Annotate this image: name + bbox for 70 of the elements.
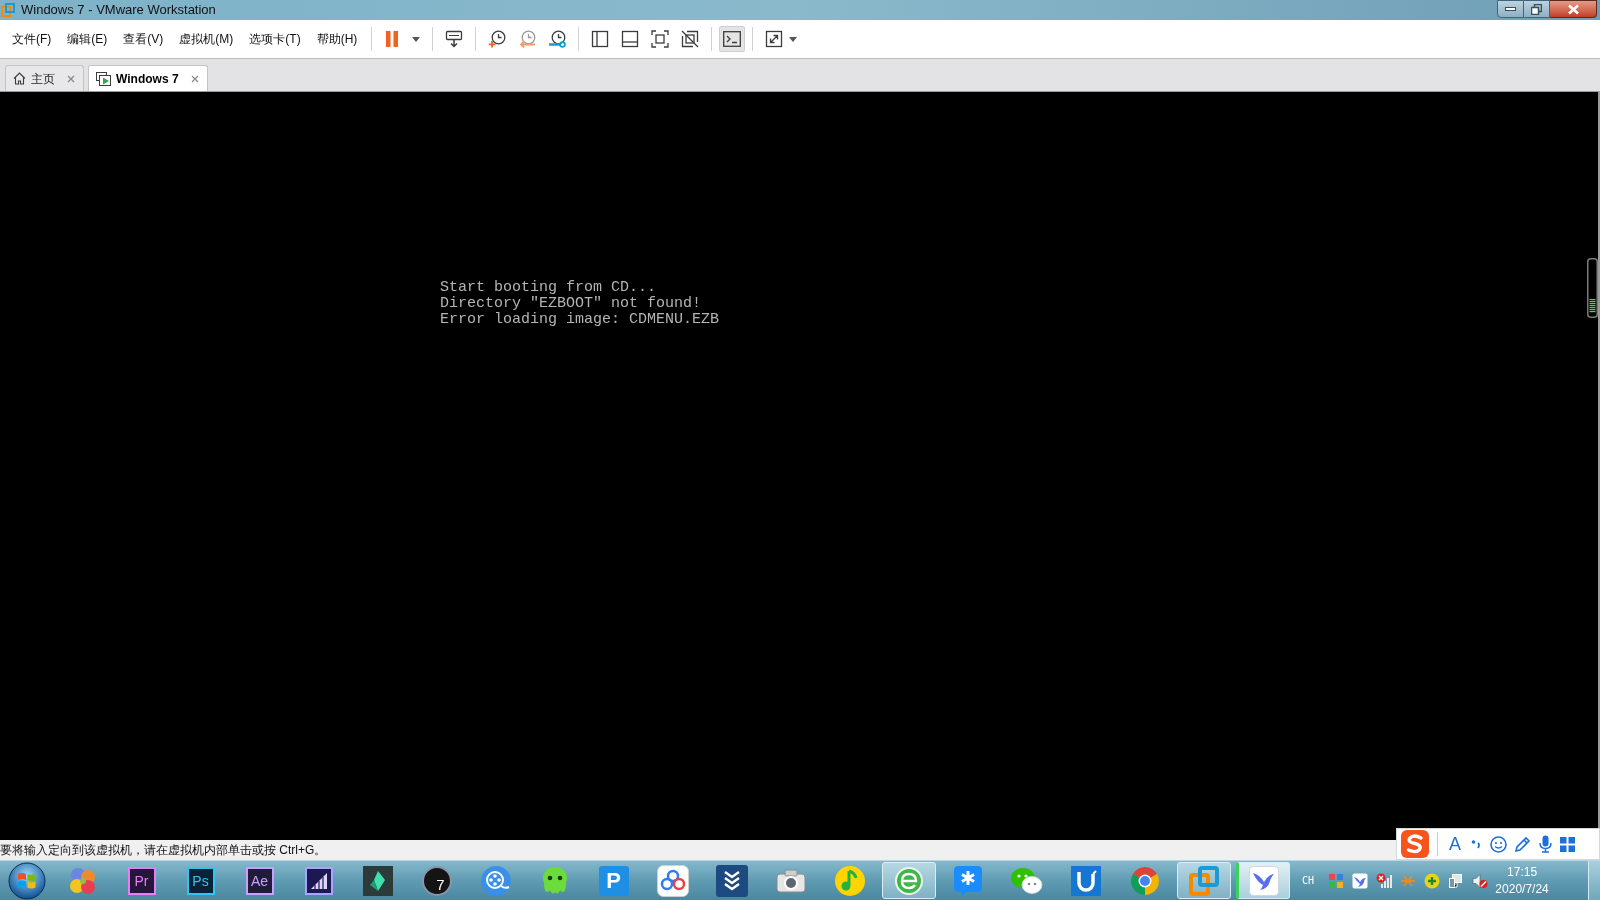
staircase-tile-icon[interactable] <box>304 866 333 895</box>
music-note-icon[interactable] <box>833 864 866 897</box>
pause-icon[interactable] <box>384 30 401 48</box>
bird-icon <box>1248 865 1279 896</box>
u-shape-tile-icon[interactable] <box>1070 865 1101 896</box>
app-tile[interactable]: Ae <box>245 866 274 895</box>
clock-wrench-icon[interactable] <box>548 30 567 48</box>
grid-icon[interactable] <box>1560 836 1575 852</box>
diamond-tile-icon[interactable] <box>362 865 393 896</box>
two-screens-icon[interactable] <box>1448 872 1465 889</box>
minimize-button[interactable] <box>1497 0 1524 18</box>
signal-error-icon[interactable] <box>1376 872 1393 889</box>
console-line: Error loading image: CDMENU.EZB <box>440 312 720 328</box>
taskbar-button[interactable] <box>1235 862 1290 899</box>
tricolor-circle-icon[interactable] <box>1129 865 1160 896</box>
bird-icon[interactable] <box>1352 872 1369 889</box>
menu-item[interactable]: 帮助(H) <box>308 30 366 48</box>
tab[interactable]: 主页 <box>5 65 84 91</box>
balls-icon[interactable] <box>67 865 98 896</box>
start-orb-icon[interactable] <box>7 861 46 900</box>
window-title: Windows 7 - VMware Workstation <box>21 1 216 19</box>
menu-item[interactable]: 文件(F) <box>4 30 60 48</box>
menu-item[interactable]: 选项卡(T) <box>241 30 309 48</box>
clock-plus-icon[interactable] <box>488 30 507 48</box>
console-view-button[interactable] <box>719 26 746 52</box>
crossed-window-icon[interactable] <box>681 30 700 48</box>
chat-bubbles-icon[interactable] <box>1009 865 1044 896</box>
vm-play-icon <box>96 71 111 86</box>
fit-screen-icon[interactable] <box>651 30 670 48</box>
microphone-icon[interactable] <box>1539 835 1552 853</box>
squares-icon <box>1 3 15 17</box>
terminal-icon <box>723 31 742 47</box>
film-reel-icon[interactable] <box>479 864 512 897</box>
plus-circle-icon[interactable] <box>1424 872 1441 889</box>
caret-icon[interactable] <box>412 36 421 42</box>
close-icon <box>1566 3 1580 15</box>
menu-item[interactable]: 编辑(E) <box>59 30 116 48</box>
pen-icon[interactable] <box>1514 835 1531 853</box>
app-tile[interactable]: Ps <box>186 866 215 895</box>
app-tile[interactable]: Pr <box>127 866 156 895</box>
squares-icon <box>1187 864 1220 897</box>
punctuation-icon[interactable] <box>1471 837 1481 851</box>
restore-icon <box>1531 3 1542 15</box>
menu-item[interactable]: 虚拟机(M) <box>171 30 242 48</box>
close-icon[interactable] <box>67 74 75 83</box>
console-line: Start booting from CD... <box>440 280 657 296</box>
taskbar-button[interactable] <box>881 862 936 899</box>
keyboard-arrow-icon[interactable] <box>445 30 464 48</box>
caret-icon[interactable] <box>789 36 798 42</box>
taskbar-button[interactable] <box>1176 862 1231 899</box>
bottom-panel-icon[interactable] <box>621 30 640 48</box>
speaker-muted-icon[interactable] <box>1472 872 1489 889</box>
asterisk-bubble-icon[interactable] <box>952 864 983 897</box>
cloud-knot-icon[interactable] <box>656 864 689 897</box>
chevrons-tile-icon[interactable] <box>715 864 748 897</box>
console-line: Directory "EZBOOT" not found! <box>440 296 702 312</box>
s-logo-icon[interactable] <box>1401 830 1429 858</box>
close-button[interactable] <box>1550 0 1597 18</box>
restore-button[interactable] <box>1524 0 1550 18</box>
status-message: 要将输入定向到该虚拟机，请在虚拟机内部单击或按 Ctrl+G。 <box>0 842 327 859</box>
minimize-icon <box>1505 7 1516 11</box>
level-meter-icon <box>1587 258 1598 318</box>
expand-icon[interactable] <box>765 30 784 48</box>
tab[interactable]: Windows 7 <box>88 65 208 91</box>
close-icon[interactable] <box>190 74 199 83</box>
menu-item[interactable]: 查看(V) <box>115 30 172 48</box>
e-circle-icon <box>893 865 924 896</box>
home-icon <box>13 72 26 85</box>
smiley-icon[interactable] <box>1490 835 1507 853</box>
sidebar-layout-icon[interactable] <box>591 30 610 48</box>
